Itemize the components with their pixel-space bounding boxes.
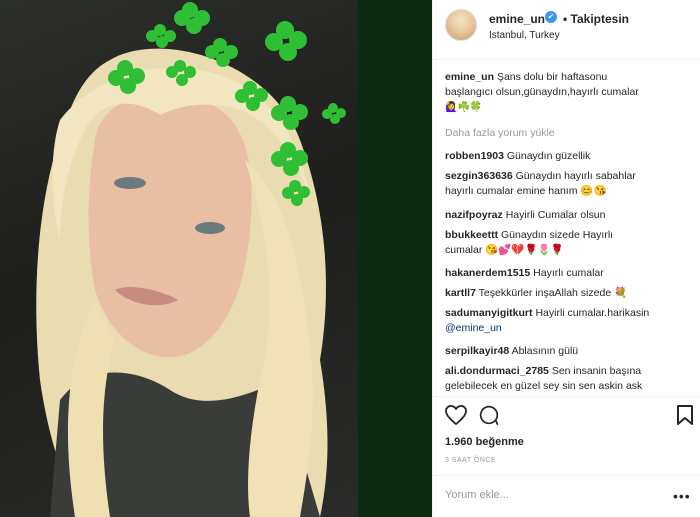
comment-text: Günaydın sizede Hayırlı — [501, 229, 614, 241]
caption: emine_un Şans dolu bir haftasonu başlang… — [445, 70, 690, 115]
heart-icon[interactable] — [445, 405, 467, 425]
comment-username[interactable]: nazifpoyraz — [445, 209, 503, 221]
comment-text: Hayirli cumalar.harikasin — [535, 307, 650, 319]
comment-item: ali.dondurmaci_2785 Sen insanin başına g… — [445, 364, 690, 392]
comment-text-2: hayırlı cumalar emine hanım 😊😘 — [445, 185, 607, 197]
post-actions: 1.960 beğenme 3 SAAT ÖNCE Yorum ekle... … — [433, 396, 700, 516]
comment-username[interactable]: sezgin363636 — [445, 170, 513, 182]
comment-text-2: cumalar 😘💕💔🌹🌷🌹 — [445, 244, 564, 256]
comment-text: Sen insanin başına — [551, 365, 642, 377]
more-dots-icon[interactable]: ••• — [673, 488, 691, 504]
comment-text: Hayırlı cumalar — [533, 267, 604, 279]
comment-item: kartll7 Teşekkürler inşaAllah sizede 💐 — [445, 286, 690, 301]
comment-text: Günaydın güzellik — [506, 150, 591, 162]
comment-item: sadumanyigitkurt Hayirli cumalar.harikas… — [445, 306, 690, 336]
follow-status-button[interactable]: • Takiptesin — [563, 12, 629, 26]
add-comment-input[interactable]: Yorum ekle... — [445, 489, 509, 501]
location-link[interactable]: Istanbul, Turkey — [489, 30, 560, 41]
caption-text-1: Şans dolu bir haftasonu — [496, 71, 608, 83]
comment-username[interactable]: serpilkayir48 — [445, 345, 509, 357]
post-side-panel: emine_un ✔ • Takiptesin Istanbul, Turkey… — [432, 0, 700, 517]
likes-count[interactable]: 1.960 beğenme — [445, 436, 524, 448]
comment-text: Ablasının gülü — [511, 345, 579, 357]
comment-item: robben1903 Günaydın güzellik — [445, 149, 690, 164]
verified-badge-icon: ✔ — [545, 11, 557, 23]
post-timestamp: 3 SAAT ÖNCE — [445, 457, 497, 464]
bookmark-icon[interactable] — [677, 405, 693, 425]
mention-link[interactable]: @emine_un — [445, 322, 502, 334]
comment-item: bbukkeettt Günaydın sizede Hayırlı cumal… — [445, 228, 690, 258]
add-comment-bar: Yorum ekle... ••• — [433, 475, 700, 517]
comment-text: Günaydın hayırlı sabahlar — [515, 170, 636, 182]
comment-username[interactable]: bbukkeettt — [445, 229, 498, 241]
post-header: emine_un ✔ • Takiptesin Istanbul, Turkey — [433, 0, 700, 60]
comment-icon[interactable] — [479, 405, 499, 425]
comment-item: serpilkayir48 Ablasının gülü — [445, 344, 690, 359]
load-more-comments-button[interactable]: Daha fazla yorum yükle — [445, 126, 555, 141]
comment-username[interactable]: kartll7 — [445, 287, 476, 299]
comment-item: hakanerdem1515 Hayırlı cumalar — [445, 266, 690, 281]
comment-item: nazifpoyraz Hayirli Cumalar olsun — [445, 208, 690, 223]
comment-text: Hayirli Cumalar olsun — [505, 209, 606, 221]
caption-emoji: 🙋‍♀️☘️🍀 — [445, 102, 483, 113]
comment-item: sezgin363636 Günaydın hayırlı sabahlar h… — [445, 169, 690, 199]
post-photo[interactable] — [0, 0, 432, 517]
selfie-illustration — [36, 2, 346, 517]
comment-text-2: gelebilecek en güzel sey sin sen askin a… — [445, 380, 643, 392]
comment-text: Teşekkürler inşaAllah sizede 💐 — [478, 287, 628, 299]
username-link[interactable]: emine_un — [489, 12, 545, 26]
caption-username[interactable]: emine_un — [445, 71, 494, 83]
comment-username[interactable]: ali.dondurmaci_2785 — [445, 365, 549, 377]
comment-username[interactable]: hakanerdem1515 — [445, 267, 530, 279]
comment-username[interactable]: sadumanyigitkurt — [445, 307, 533, 319]
comment-username[interactable]: robben1903 — [445, 150, 504, 162]
caption-text-2: başlangıcı olsun,günaydın,hayırlı cumala… — [445, 86, 639, 98]
avatar[interactable] — [445, 9, 477, 41]
